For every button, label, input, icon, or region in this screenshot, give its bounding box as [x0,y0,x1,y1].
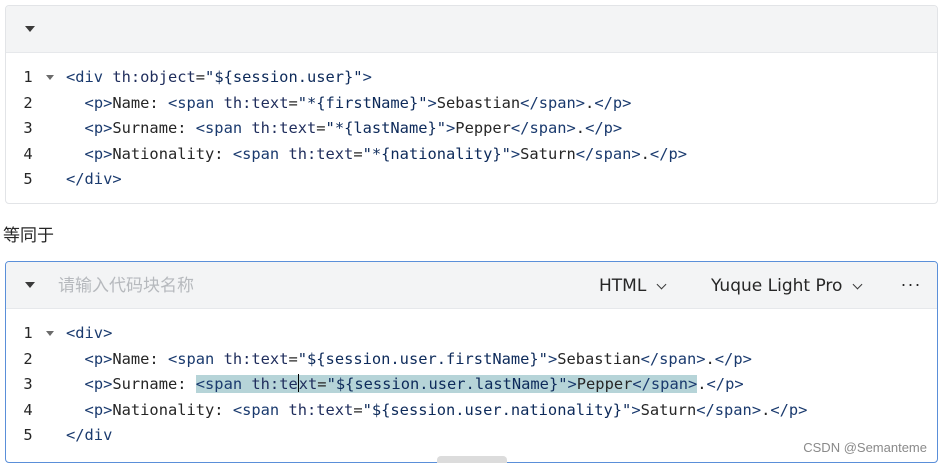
collapse-caret-icon[interactable] [25,282,35,288]
line-number: 1 [23,68,33,86]
code-block-2: HTML Yuque Light Pro ··· 1 <div> 2 <p>Name… [5,261,938,463]
line-number: 5 [23,170,33,188]
chevron-down-icon [852,279,863,289]
code-text: <p>Nationality: <span th:text="*{nationa… [84,144,687,163]
code-line[interactable]: 5 </div> [6,167,937,193]
code-line[interactable]: 1 <div th:object="${session.user}"> [6,65,937,91]
line-number: 1 [23,324,33,342]
line-number: 4 [23,400,33,419]
code-line[interactable]: 1 <div> [6,321,937,347]
code-line[interactable]: 2 <p>Name: <span th:text="${session.user… [6,347,937,373]
chevron-down-icon [656,279,667,289]
code-line[interactable]: 4 <p>Nationality: <span th:text="*{natio… [6,142,937,168]
code-text: <p>Surname: <span th:text="*{lastName}">… [84,119,623,137]
code-block-name-input[interactable] [58,273,358,299]
more-options-button[interactable]: ··· [900,274,922,298]
scroll-handle[interactable] [437,456,507,463]
line-number: 4 [23,144,33,163]
code-text: <p>Surname: <span th:text="${session.use… [84,374,744,393]
code-block-1: 1 <div th:object="${session.user}"> 2 <p>N… [5,5,938,204]
code-editor[interactable]: 1 <div th:object="${session.user}"> 2 <p>N… [6,53,937,193]
code-text: </div> [66,170,122,188]
collapse-caret-icon[interactable] [25,26,35,32]
fold-toggle-icon[interactable] [46,75,54,80]
language-select[interactable]: HTML [599,274,667,298]
paragraph-text: 等同于 [3,226,54,246]
code-line[interactable]: 4 <p>Nationality: <span th:text="${sessi… [6,398,937,424]
fold-toggle-icon[interactable] [46,331,54,336]
code-line[interactable]: 3 <p>Surname: <span th:text="${session.u… [6,372,937,398]
code-text: <div> [66,324,113,342]
line-number: 5 [23,426,33,444]
code-line[interactable]: 3 <p>Surname: <span th:text="*{lastName}… [6,116,937,142]
code-text: <div th:object="${session.user}"> [66,68,372,86]
code-text: <p>Name: <span th:text="*{firstName}">Se… [84,93,632,112]
code-block-header [6,6,937,53]
line-number: 3 [23,119,33,137]
code-editor[interactable]: 1 <div> 2 <p>Name: <span th:text="${sessio… [6,309,937,449]
code-line[interactable]: 5 </div [6,423,937,449]
code-line[interactable]: 2 <p>Name: <span th:text="*{firstName}">… [6,91,937,117]
line-number: 2 [23,93,33,112]
code-block-header: HTML Yuque Light Pro ··· [6,262,937,309]
theme-label: Yuque Light Pro [711,276,843,296]
theme-select[interactable]: Yuque Light Pro [711,274,863,298]
line-number: 3 [23,375,33,393]
code-text: <p>Name: <span th:text="${session.user.f… [84,349,752,368]
language-label: HTML [599,276,647,296]
code-text: </div [66,426,113,444]
watermark: CSDN @Semanteme [803,440,927,455]
line-number: 2 [23,349,33,368]
code-text: <p>Nationality: <span th:text="${session… [84,400,808,419]
